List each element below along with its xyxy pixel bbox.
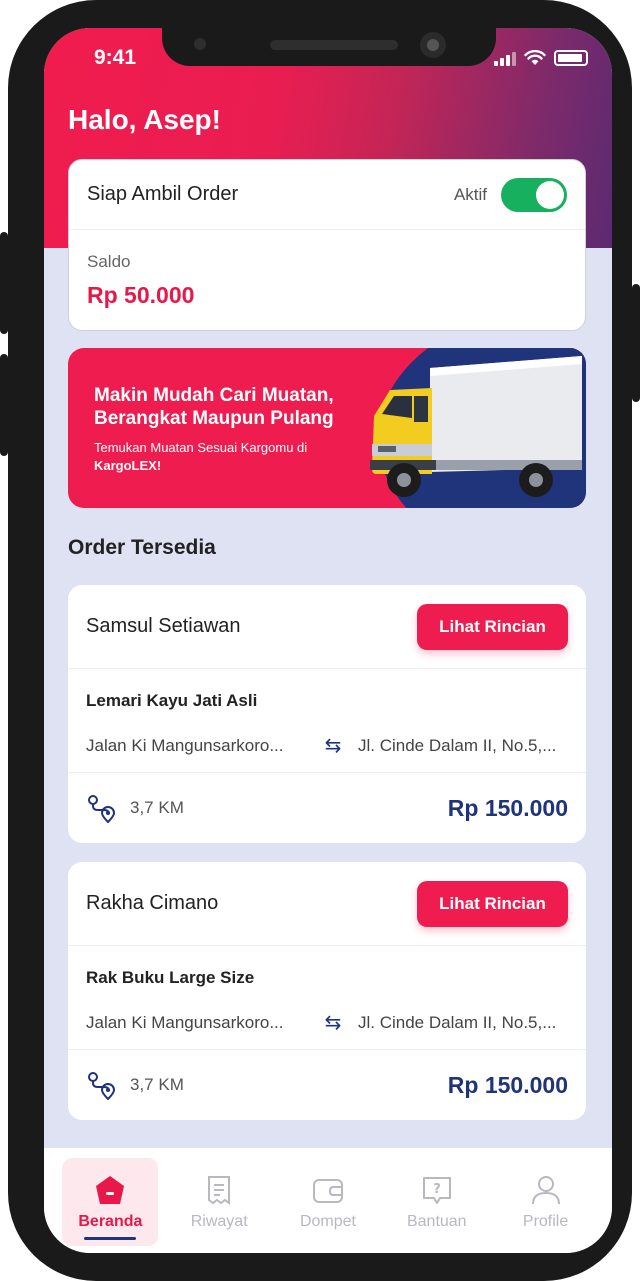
receipt-icon — [208, 1176, 231, 1205]
tab-profile[interactable]: Profile — [498, 1158, 594, 1246]
tab-label: Dompet — [299, 1213, 356, 1230]
cargo-item: Lemari Kayu Jati Asli — [86, 691, 258, 710]
dropoff-address: Jl. Cinde Dalam II, No.5,... — [358, 735, 557, 755]
view-details-button[interactable]: Lihat Rincian — [417, 880, 568, 927]
tab-bantuan[interactable]: ? Bantuan — [389, 1158, 485, 1246]
order-price: Rp 150.000 — [447, 794, 568, 821]
banner-subtext-body: Temukan Muatan Sesuai Kargomu di — [94, 440, 308, 455]
dropoff-address: Jl. Cinde Dalam II, No.5,... — [358, 1012, 557, 1032]
truck-illustration — [370, 356, 582, 497]
power-button — [632, 284, 640, 402]
order-card: Samsul Setiawan Lihat Rincian Lemari Kay… — [68, 585, 586, 843]
order-card: Rakha Cimano Lihat Rincian Rak Buku Larg… — [68, 862, 586, 1120]
wallet-icon — [312, 1179, 343, 1203]
battery-icon — [554, 50, 588, 66]
distance-value: 3,7 KM — [130, 1075, 184, 1094]
tab-label: Riwayat — [190, 1213, 248, 1230]
customer-name: Rakha Cimano — [86, 892, 219, 914]
view-details-button[interactable]: Lihat Rincian — [417, 603, 568, 650]
wifi-icon — [524, 50, 546, 65]
banner-brand: KargoLEX! — [94, 458, 162, 473]
tab-label: Bantuan — [406, 1213, 467, 1230]
status-card-title: Siap Ambil Order — [87, 183, 239, 205]
route-distance-icon — [88, 1072, 116, 1100]
distance-value: 3,7 KM — [130, 798, 184, 817]
user-icon — [531, 1176, 560, 1205]
sensor — [194, 38, 206, 50]
order-price: Rp 150.000 — [447, 1071, 568, 1098]
volume-up-button — [0, 232, 8, 334]
saldo-value: Rp 50.000 — [87, 282, 195, 308]
notch — [162, 28, 496, 66]
front-camera — [420, 32, 446, 58]
status-icons — [494, 50, 588, 66]
volume-down-button — [0, 354, 8, 456]
help-icon: ? — [422, 1177, 451, 1204]
swap-arrows-icon: ⇆ — [324, 1012, 342, 1034]
active-toggle[interactable] — [501, 177, 567, 212]
route: Jalan Ki Mangunsarkoro... ⇆ Jl. Cinde Da… — [86, 1010, 568, 1035]
route-distance-icon — [88, 795, 116, 823]
tab-label: Beranda — [78, 1213, 143, 1230]
driver-status-card: Siap Ambil Order Aktif Saldo Rp 50.000 — [68, 159, 586, 331]
speaker — [270, 40, 398, 50]
signal-icon — [494, 52, 516, 66]
tab-riwayat[interactable]: Riwayat — [171, 1158, 267, 1246]
toggle-label: Aktif — [453, 184, 487, 204]
app-screen: 9:41 Halo, Asep! Siap Ambil Order Aktif … — [44, 28, 612, 1253]
banner-headline: Makin Mudah Cari Muatan, Berangkat Maupu… — [94, 385, 334, 429]
customer-name: Samsul Setiawan — [86, 615, 241, 637]
promo-banner[interactable]: Makin Mudah Cari Muatan, Berangkat Maupu… — [68, 348, 586, 508]
banner-subtext: Temukan Muatan Sesuai Kargomu di KargoLE… — [94, 439, 354, 475]
tab-label: Profile — [522, 1213, 569, 1230]
status-time: 9:41 — [94, 46, 137, 69]
section-title: Order Tersedia — [68, 536, 216, 559]
tab-beranda[interactable]: Beranda — [62, 1158, 159, 1246]
pickup-address: Jalan Ki Mangunsarkoro... — [86, 1012, 284, 1032]
greeting: Halo, Asep! — [68, 104, 221, 135]
route: Jalan Ki Mangunsarkoro... ⇆ Jl. Cinde Da… — [86, 733, 568, 758]
svg-text:?: ? — [433, 1182, 441, 1197]
cargo-item: Rak Buku Large Size — [86, 968, 255, 987]
saldo-label: Saldo — [87, 252, 131, 271]
phone-frame: 9:41 Halo, Asep! Siap Ambil Order Aktif … — [0, 0, 640, 1281]
pickup-address: Jalan Ki Mangunsarkoro... — [86, 735, 284, 755]
tab-dompet[interactable]: Dompet — [280, 1158, 376, 1246]
home-icon — [96, 1176, 125, 1204]
bottom-tab-bar: Beranda Riwayat Dompet ? Bantuan Profile — [44, 1148, 612, 1253]
swap-arrows-icon: ⇆ — [324, 735, 342, 757]
